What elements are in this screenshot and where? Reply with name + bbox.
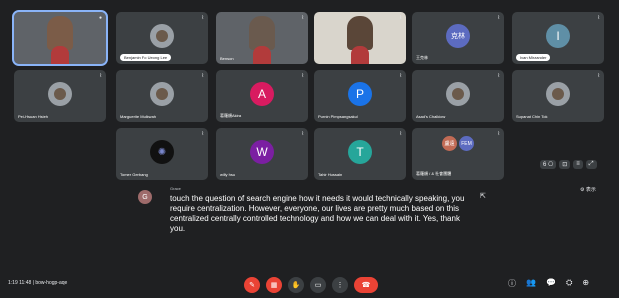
participant-avatar (150, 82, 174, 106)
participant-tile[interactable]: Benson ⌇ (216, 12, 308, 64)
participant-avatar-group: 盧遠 FEM (442, 136, 474, 151)
participant-tile[interactable]: P Purnin Pimpsangsakul ⌇ (314, 70, 406, 122)
participant-avatar: FEM (459, 136, 474, 151)
people-icon[interactable]: 👥 (526, 278, 536, 289)
participant-name: 葛羅順 / & 社會團體 (416, 171, 452, 176)
participant-tile[interactable]: Supanat Chin Tok ⌇ (512, 70, 604, 122)
info-icon[interactable]: ⓘ (508, 278, 516, 289)
mic-muted-icon: ⌇ (597, 15, 600, 21)
participant-tile[interactable]: ⌇ (314, 12, 406, 64)
mic-muted-icon: ⌇ (399, 131, 402, 137)
participant-name: 王克林 (416, 55, 428, 60)
participant-avatar: 盧遠 (442, 136, 457, 151)
mic-muted-icon: ⌇ (497, 73, 500, 79)
participant-video (47, 16, 73, 64)
bottom-toolbar: 1:19 11:48 | bow-hogp-aqe ✎ ▦ ✋ ▭ ⋮ ☎ ⓘ … (0, 272, 619, 298)
participant-name: Benson (220, 56, 234, 61)
participant-tile[interactable]: I Ivan Mirzander ⌇ (512, 12, 604, 64)
side-panel-controls: ⓘ 👥 💬 ⛭ ⊕ (508, 278, 589, 289)
raise-hand-button[interactable]: ✋ (288, 277, 304, 293)
end-call-button[interactable]: ☎ (354, 277, 378, 293)
participant-name: Purnin Pimpsangsakul (318, 114, 358, 119)
participant-name: Supanat Chin Tok (516, 114, 548, 119)
participant-avatar (150, 24, 174, 48)
mic-muted-icon: ⌇ (497, 15, 500, 21)
participant-video (347, 16, 373, 64)
mic-muted-icon: ⌇ (201, 15, 204, 21)
speaker-avatar: G (138, 190, 152, 204)
participant-avatar: ✺ (150, 140, 174, 164)
mic-muted-icon: ⌇ (301, 131, 304, 137)
layout-button[interactable]: ⊡ (559, 160, 571, 169)
participant-name: willy hsu (220, 172, 236, 177)
chat-icon[interactable]: 💬 (546, 278, 556, 289)
participant-tile[interactable]: 盧遠 FEM 葛羅順 / & 社會團體 ⌇ (412, 128, 504, 180)
participant-avatar: 克林 (446, 24, 470, 48)
participant-tile-self[interactable]: ● (12, 10, 108, 66)
mic-muted-icon: ⌇ (497, 131, 500, 137)
participant-name: Ivan Mirzander (516, 54, 551, 61)
participant-avatar: W (250, 140, 274, 164)
participant-tile[interactable]: A 葛羅順Akira ⌇ (216, 70, 308, 122)
participant-tile[interactable]: Marguerite Mulkwah ⌇ (116, 70, 208, 122)
mic-muted-icon: ⌇ (201, 73, 204, 79)
menu-button[interactable]: ≡ (573, 160, 583, 169)
participants-count-button[interactable]: 6 ⎔ (540, 160, 557, 169)
participant-name: Marguerite Mulkwah (120, 114, 157, 119)
participant-name: Benjamin Fo Ueong Lee (120, 54, 172, 61)
participant-name: 葛羅順Akira (220, 113, 242, 118)
call-controls: ✎ ▦ ✋ ▭ ⋮ ☎ (244, 277, 378, 293)
mic-toggle-button[interactable]: ✎ (244, 277, 260, 293)
camera-toggle-button[interactable]: ▦ (266, 277, 282, 293)
speaker-name: Grace (170, 186, 181, 191)
mic-muted-icon: ⌇ (597, 73, 600, 79)
more-options-button[interactable]: ⋮ (332, 277, 348, 293)
mic-icon: ● (98, 15, 102, 21)
participant-tile[interactable]: ✺ Tomer Gerbang ⌇ (116, 128, 208, 180)
mic-muted-icon: ⌇ (301, 73, 304, 79)
participant-video (249, 16, 275, 64)
mic-muted-icon: ⌇ (301, 15, 304, 21)
captions-button[interactable]: ▭ (310, 277, 326, 293)
host-controls-icon[interactable]: ⊕ (582, 278, 589, 289)
participant-grid: ● Benjamin Fo Ueong Lee ⌇ Benson ⌇ ⌇ 克林 … (12, 10, 612, 180)
participant-name: Asad's Chalkiow (416, 114, 446, 119)
mic-muted-icon: ⌇ (399, 15, 402, 21)
lightning-icon: ✺ (157, 146, 167, 158)
mouse-cursor-icon: ⇱ (480, 193, 486, 200)
participant-avatar (446, 82, 470, 106)
participant-avatar (48, 82, 72, 106)
participant-name: Tomer Gerbang (120, 172, 148, 177)
participant-avatar: I (546, 24, 570, 48)
participant-tile[interactable]: W willy hsu ⌇ (216, 128, 308, 180)
activities-icon[interactable]: ⛭ (566, 278, 572, 289)
participant-tile[interactable]: Benjamin Fo Ueong Lee ⌇ (116, 12, 208, 64)
caption-settings-button[interactable]: ⚙ 表示 (580, 186, 596, 193)
participant-avatar (546, 82, 570, 106)
participant-tile[interactable]: T Tahir Hussain ⌇ (314, 128, 406, 180)
mic-muted-icon: ⌇ (399, 73, 402, 79)
participant-tile[interactable]: Pei-Hsuan Hsieh ⌇ (14, 70, 106, 122)
caption-text: touch the question of search engine how … (170, 194, 465, 233)
fullscreen-button[interactable]: ⤢ (585, 160, 597, 169)
participant-tile[interactable]: 克林 王克林 ⌇ (412, 12, 504, 64)
meeting-info: 1:19 11:48 | bow-hogp-aqe (8, 280, 68, 286)
participant-avatar: A (250, 82, 274, 106)
mic-muted-icon: ⌇ (201, 131, 204, 137)
participant-tile[interactable]: Asad's Chalkiow ⌇ (412, 70, 504, 122)
participant-name: Tahir Hussain (318, 172, 343, 177)
participant-avatar: T (348, 140, 372, 164)
participant-avatar: P (348, 82, 372, 106)
participant-name: Pei-Hsuan Hsieh (18, 114, 49, 119)
mic-muted-icon: ⌇ (99, 73, 102, 79)
layout-controls: 6 ⎔ ⊡ ≡ ⤢ (540, 160, 597, 169)
